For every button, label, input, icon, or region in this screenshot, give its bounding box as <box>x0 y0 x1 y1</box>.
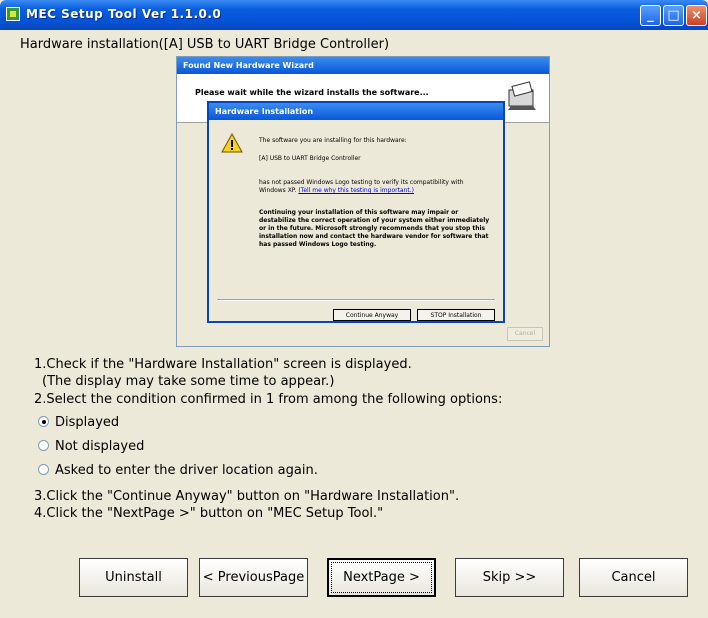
radio-displayed[interactable] <box>38 416 49 427</box>
hw-device-name: [A] USB to UART Bridge Controller <box>259 155 361 162</box>
instruction-step4: 4.Click the "NextPage >" button on "MEC … <box>34 506 384 521</box>
stop-installation-button: STOP Installation <box>417 309 495 321</box>
wizard-wait-text: Please wait while the wizard installs th… <box>195 88 429 97</box>
maximize-button[interactable]: □ <box>663 5 684 26</box>
hardware-installation-dialog: Hardware Installation The software you a… <box>207 101 505 323</box>
instruction-step3: 3.Click the "Continue Anyway" button on … <box>34 489 460 504</box>
cancel-button[interactable]: Cancel <box>579 558 688 597</box>
option-asked-driver[interactable]: Asked to enter the driver location again… <box>38 463 318 481</box>
hw-dialog-title: Hardware Installation <box>209 103 503 120</box>
title-bar[interactable]: MEC Setup Tool Ver 1.1.0.0 _ □ × <box>0 0 708 30</box>
minimize-button[interactable]: _ <box>640 5 661 26</box>
app-icon <box>6 7 20 21</box>
option-displayed-label: Displayed <box>55 415 120 430</box>
skip-button[interactable]: Skip >> <box>455 558 564 597</box>
hw-logo-text: has not passed Windows Logo testing to v… <box>259 179 491 195</box>
page-heading: Hardware installation([A] USB to UART Br… <box>20 37 390 52</box>
warning-icon <box>221 133 243 153</box>
option-asked-driver-label: Asked to enter the driver location again… <box>55 463 318 478</box>
instruction-step2: 2.Select the condition confirmed in 1 fr… <box>34 392 503 407</box>
hardware-wizard-icon <box>508 81 536 110</box>
uninstall-button[interactable]: Uninstall <box>79 558 188 597</box>
hw-software-text: The software you are installing for this… <box>259 137 407 144</box>
window-title: MEC Setup Tool Ver 1.1.0.0 <box>26 7 222 21</box>
previous-page-button[interactable]: < PreviousPage <box>199 558 308 597</box>
wizard-cancel-button: Cancel <box>507 327 543 341</box>
option-not-displayed-label: Not displayed <box>55 439 145 454</box>
radio-asked-driver[interactable] <box>38 464 49 475</box>
hardware-installation-screenshot: Found New Hardware Wizard Please wait wh… <box>176 56 550 347</box>
next-page-button[interactable]: NextPage > <box>327 558 436 597</box>
hw-logo-link: (Tell me why this testing is important.) <box>298 187 415 194</box>
radio-not-displayed[interactable] <box>38 440 49 451</box>
continue-anyway-button: Continue Anyway <box>333 309 411 321</box>
instruction-step1-note: (The display may take some time to appea… <box>42 374 335 389</box>
option-displayed[interactable]: Displayed <box>38 415 119 433</box>
instruction-step1: 1.Check if the "Hardware Installation" s… <box>34 357 412 372</box>
close-button[interactable]: × <box>686 5 707 26</box>
option-not-displayed[interactable]: Not displayed <box>38 439 144 457</box>
found-hardware-title: Found New Hardware Wizard <box>177 57 549 74</box>
hw-warning-text: Continuing your installation of this sof… <box>259 209 490 248</box>
hw-separator <box>217 299 495 301</box>
